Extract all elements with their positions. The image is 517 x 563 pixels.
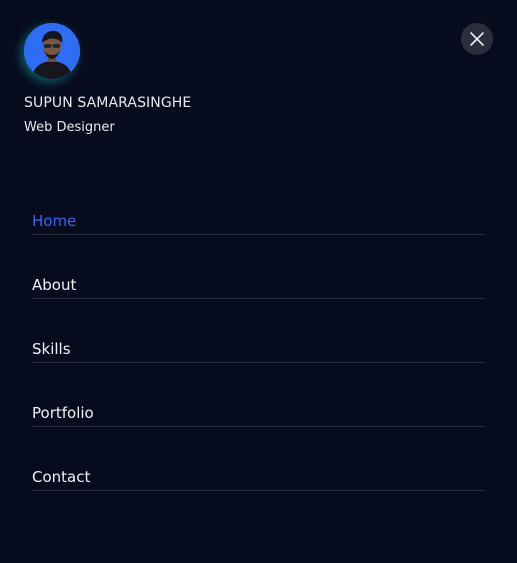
profile-role: Web Designer: [24, 120, 115, 135]
nav-item-contact: Contact: [32, 456, 485, 520]
nav-menu: Home About Skills Portfolio Contact: [32, 200, 485, 520]
nav-link-contact[interactable]: Contact: [32, 468, 485, 491]
close-button[interactable]: [461, 23, 493, 55]
nav-item-skills: Skills: [32, 328, 485, 392]
nav-link-skills[interactable]: Skills: [32, 340, 485, 363]
avatar: [24, 23, 80, 79]
nav-link-about[interactable]: About: [32, 276, 485, 299]
close-icon: [470, 32, 484, 46]
nav-link-home[interactable]: Home: [32, 212, 485, 235]
profile-name: SUPUN SAMARASINGHE: [24, 95, 192, 111]
nav-item-portfolio: Portfolio: [32, 392, 485, 456]
nav-item-home: Home: [32, 200, 485, 264]
person-photo-icon: [24, 23, 80, 79]
nav-link-portfolio[interactable]: Portfolio: [32, 404, 485, 427]
nav-item-about: About: [32, 264, 485, 328]
mobile-nav-panel: SUPUN SAMARASINGHE Web Designer Home Abo…: [0, 0, 517, 563]
